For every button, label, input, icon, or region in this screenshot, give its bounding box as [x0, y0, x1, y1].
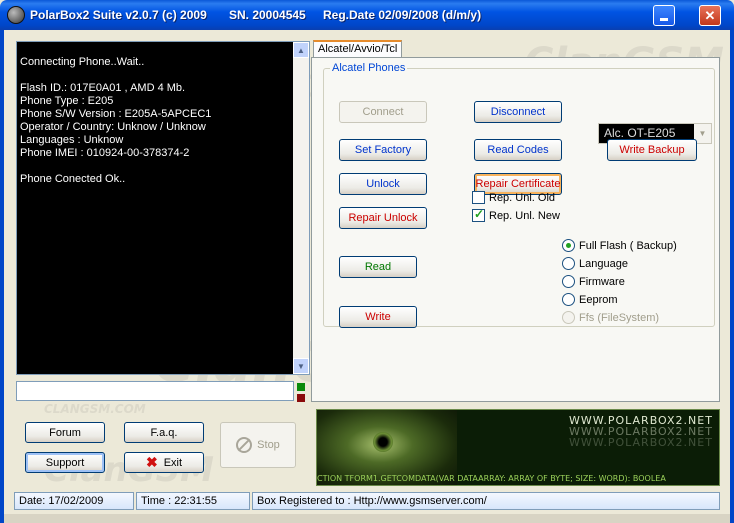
title-bar: PolarBox2 Suite v2.0.7 (c) 2009 SN. 2000…: [0, 0, 734, 30]
stop-icon: [236, 437, 253, 453]
exit-x-icon: ✖: [145, 454, 158, 470]
forum-button[interactable]: Forum: [25, 422, 105, 443]
tab-alcatel[interactable]: Alcatel/Avvio/Tcl: [313, 40, 403, 57]
exit-label: Exit: [163, 456, 183, 469]
radio-full-flash[interactable]: Full Flash ( Backup): [562, 239, 677, 252]
log-line: Operator / Country: Unknow / Unknow: [20, 121, 206, 133]
serial-number: SN. 20004545: [229, 8, 306, 22]
support-button[interactable]: Support: [25, 452, 105, 473]
status-led-green: [297, 383, 305, 391]
log-text: Connecting Phone..Wait.. Flash ID.: 017E0…: [20, 56, 290, 186]
registration-date: Reg.Date 02/09/2008 (d/m/y): [323, 8, 482, 22]
disconnect-button[interactable]: Disconnect: [474, 101, 562, 123]
faq-button[interactable]: F.a.q.: [124, 422, 204, 443]
tab-panel-alcatel: Alcatel Phones Connect Disconnect Alc. O…: [311, 57, 720, 402]
status-time: Time : 22:31:55: [136, 492, 250, 510]
radio-dot: [562, 311, 575, 324]
log-line: Phone Conected Ok..: [20, 173, 126, 185]
app-icon[interactable]: [7, 6, 25, 24]
radio-language[interactable]: Language: [562, 257, 628, 270]
radio-dot: [562, 275, 575, 288]
write-button[interactable]: Write: [339, 306, 417, 328]
full-flash-label: Full Flash ( Backup): [579, 239, 677, 252]
window-border-right: [730, 30, 734, 523]
unlock-button[interactable]: Unlock: [339, 173, 427, 195]
progress-bar: [16, 381, 294, 401]
stop-button[interactable]: Stop: [220, 422, 296, 468]
rep-unl-new-checkbox[interactable]: Rep. Unl. New: [472, 207, 560, 222]
log-line: Languages : Unknow: [20, 134, 124, 146]
eye-iris: [373, 432, 393, 452]
minimize-icon: [660, 18, 668, 21]
status-led-red: [297, 394, 305, 402]
language-label: Language: [579, 257, 628, 270]
log-line: Flash ID.: 017E0A01 , AMD 4 Mb.: [20, 82, 186, 94]
eeprom-label: Eeprom: [579, 293, 618, 306]
read-button[interactable]: Read: [339, 256, 417, 278]
checkbox-box: [472, 207, 485, 222]
alcatel-phones-group: Alcatel Phones Connect Disconnect Alc. O…: [323, 62, 715, 328]
ffs-label: Ffs (FileSystem): [579, 311, 660, 324]
exit-button[interactable]: ✖ Exit: [124, 452, 204, 473]
checkbox-box: [472, 191, 485, 204]
radio-firmware[interactable]: Firmware: [562, 275, 625, 288]
radio-dot: [562, 239, 575, 252]
log-scrollbar[interactable]: ▲ ▼: [293, 42, 309, 374]
log-console[interactable]: Connecting Phone..Wait.. Flash ID.: 017E0…: [16, 41, 310, 375]
scroll-down-arrow-icon[interactable]: ▼: [293, 358, 309, 374]
main-window: ClanGSM ClanGSM ClanGSM ClanGSM ClanGSM …: [4, 30, 730, 523]
banner-url-echo: WWW.POLARBOX2.NET: [569, 436, 713, 449]
stop-label: Stop: [257, 439, 280, 451]
banner-ticker: CTION TFORM1.GETCOMDATA(VAR DATAARRAY: A…: [317, 474, 666, 483]
log-line: Phone Type : E205: [20, 95, 114, 107]
connect-button[interactable]: Connect: [339, 101, 427, 123]
group-label: Alcatel Phones: [330, 62, 408, 74]
close-button[interactable]: ✕: [699, 5, 721, 26]
log-line: Phone IMEI : 010924-00-378374-2: [20, 147, 190, 159]
log-line: Connecting Phone..Wait..: [20, 56, 145, 68]
polarbox-banner[interactable]: WWW.POLARBOX2.NET WWW.POLARBOX2.NET WWW.…: [316, 409, 720, 486]
bottom-strip: [4, 514, 730, 523]
repair-unlock-button[interactable]: Repair Unlock: [339, 207, 427, 229]
status-registration: Box Registered to : Http://www.gsmserver…: [252, 492, 720, 510]
radio-ffs[interactable]: Ffs (FileSystem): [562, 311, 659, 324]
write-backup-button[interactable]: Write Backup: [607, 139, 697, 161]
log-line: Phone S/W Version : E205A-5APCEC1: [20, 108, 212, 120]
rep-unl-old-label: Rep. Unl. Old: [489, 191, 556, 204]
radio-eeprom[interactable]: Eeprom: [562, 293, 618, 306]
phone-model-value: Alc. OT-E205: [604, 126, 676, 140]
set-factory-button[interactable]: Set Factory: [339, 139, 427, 161]
rep-unl-old-checkbox[interactable]: Rep. Unl. Old: [472, 191, 555, 204]
scroll-up-arrow-icon[interactable]: ▲: [293, 42, 309, 58]
window-title: PolarBox2 Suite v2.0.7 (c) 2009: [30, 8, 207, 22]
status-date: Date: 17/02/2009: [14, 492, 134, 510]
radio-dot: [562, 293, 575, 306]
minimize-button[interactable]: [653, 5, 675, 26]
watermark-domain: CLANGSM.COM: [44, 402, 146, 416]
rep-unl-new-label: Rep. Unl. New: [489, 209, 560, 222]
firmware-label: Firmware: [579, 275, 625, 288]
close-icon: ✕: [704, 7, 716, 23]
radio-dot: [562, 257, 575, 270]
read-codes-button[interactable]: Read Codes: [474, 139, 562, 161]
